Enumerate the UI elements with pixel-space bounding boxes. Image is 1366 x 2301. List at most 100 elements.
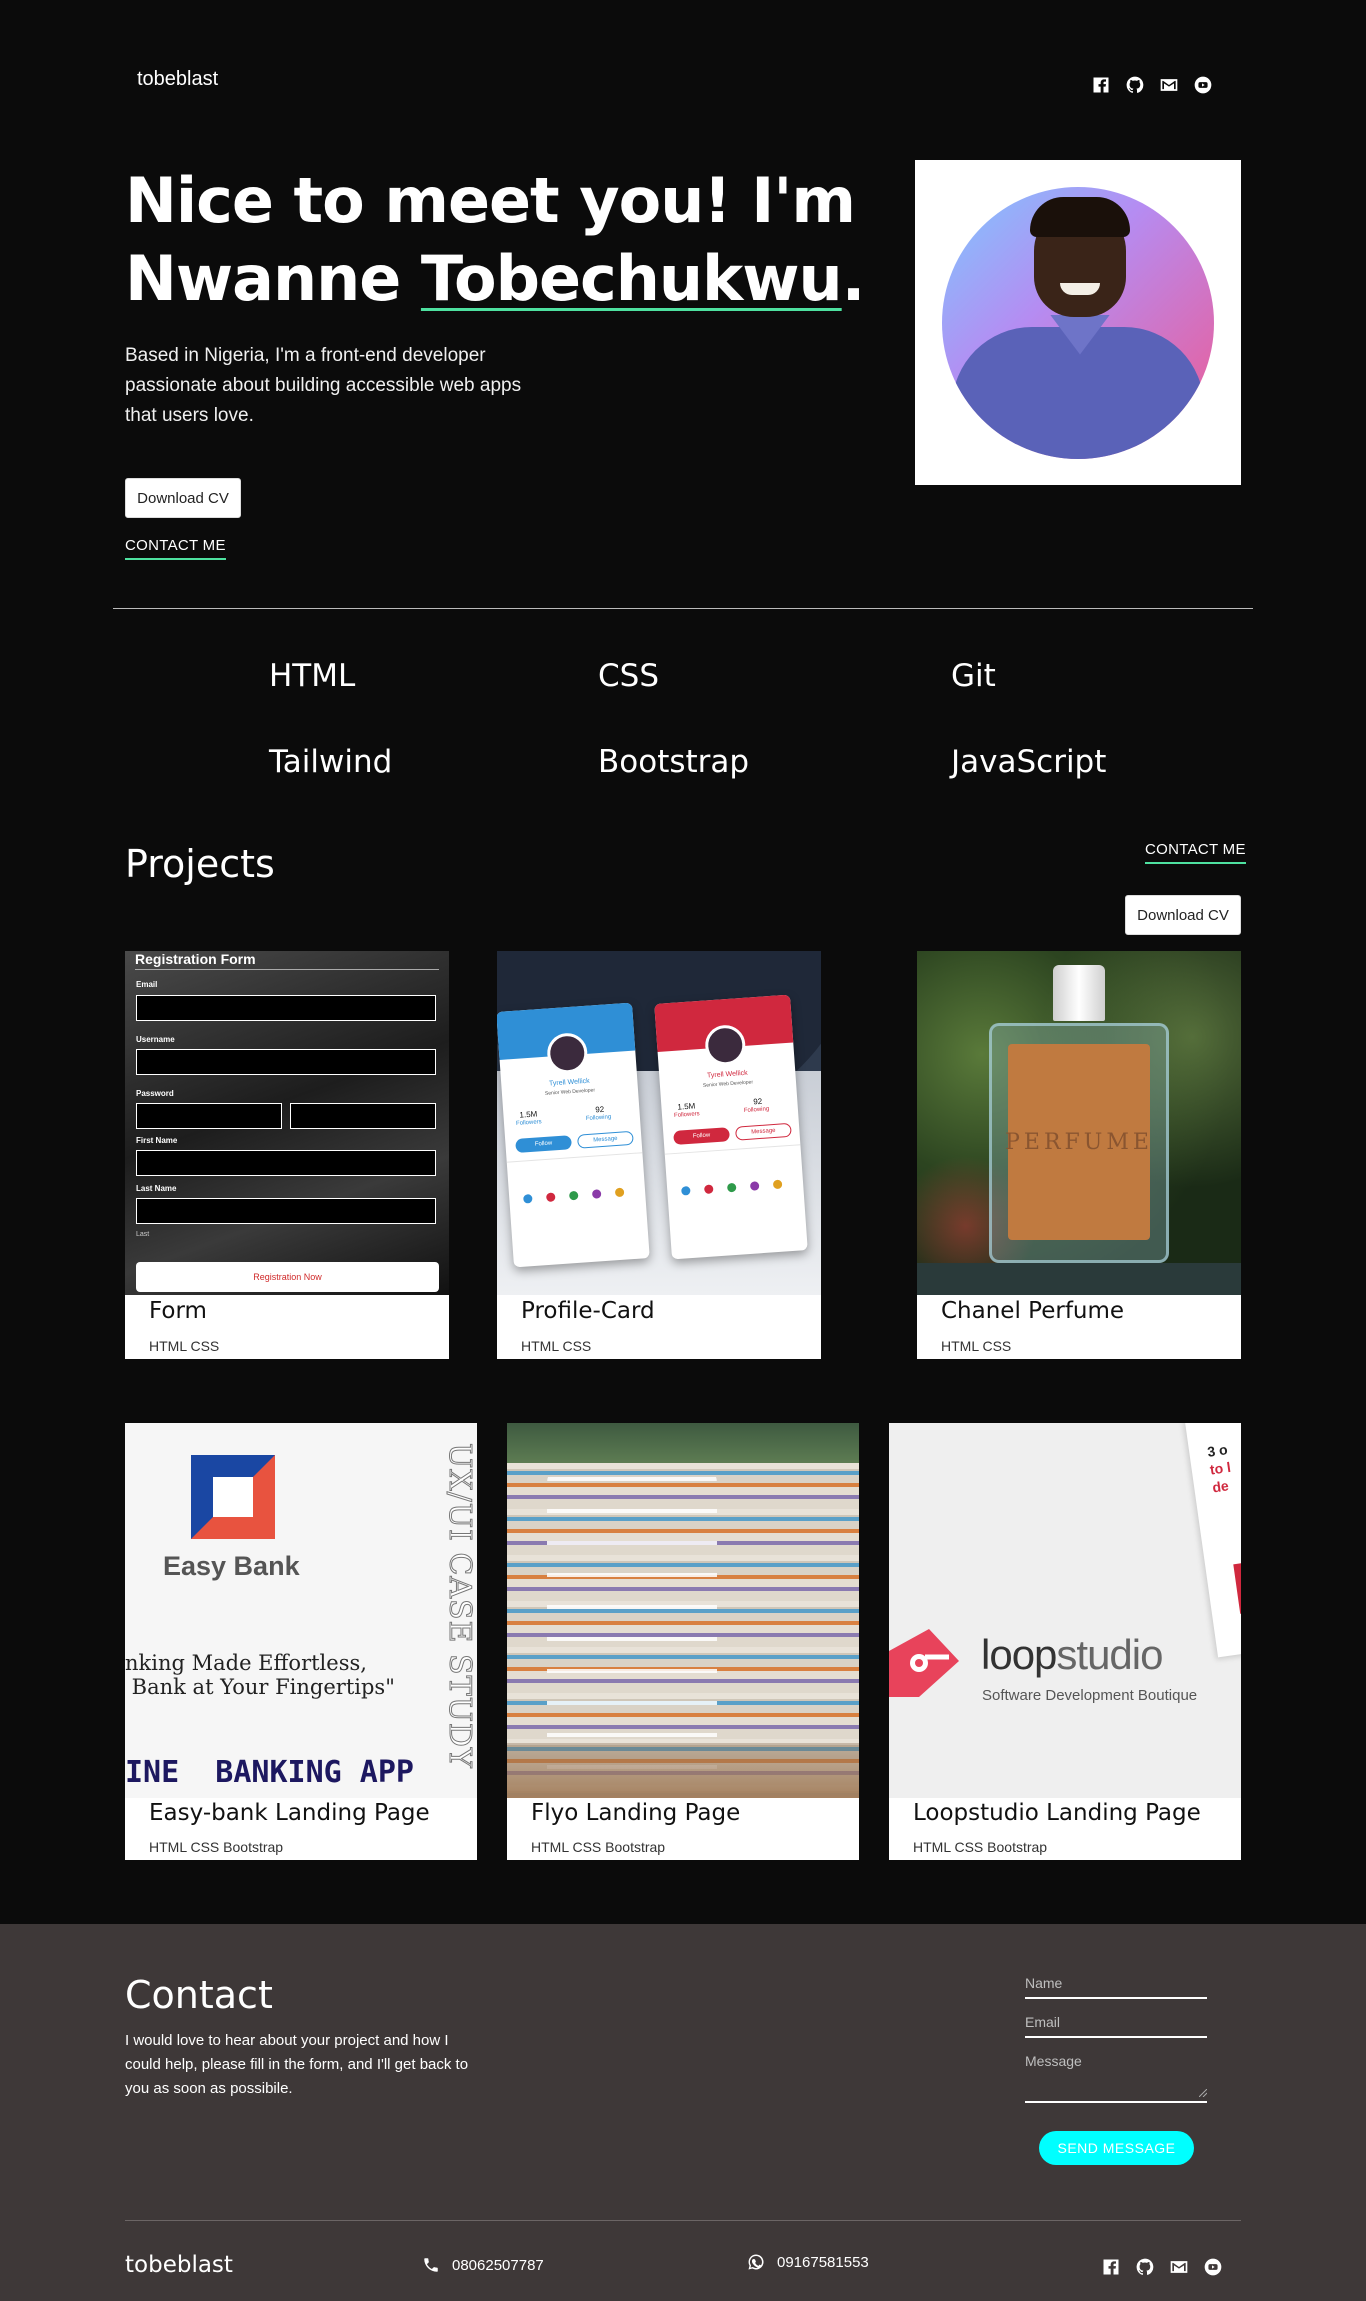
hero-description: Based in Nigeria, I'm a front-end develo… xyxy=(125,345,522,426)
thumb-perfume-table xyxy=(917,1263,1241,1295)
thumb-profile-left-followers-count: 1.5M xyxy=(519,1109,538,1120)
thumb-dot xyxy=(568,1190,579,1201)
thumb-easybank-app: INE BANKING APP xyxy=(125,1755,414,1790)
thumb-form-title: Registration Form xyxy=(135,951,256,967)
thumb-loop-brand-a: loop xyxy=(981,1631,1057,1678)
photo-hair xyxy=(1030,196,1130,237)
project-card-flyo[interactable]: Flyo Landing Page HTML CSS Bootstrap xyxy=(507,1423,859,1860)
thumb-profile-right-followers: Followers xyxy=(673,1111,700,1119)
brand-logo[interactable]: tobeblast xyxy=(137,68,218,91)
thumb-perfume-bottle: PERFUME xyxy=(989,1023,1169,1263)
projects-contact-me-link[interactable]: CONTACT ME xyxy=(1145,841,1246,864)
thumb-form-lastname-label: Last Name xyxy=(136,1184,177,1193)
project-tags-loopstudio: HTML CSS Bootstrap xyxy=(913,1839,1048,1855)
project-title-flyo: Flyo Landing Page xyxy=(531,1800,741,1826)
loopstudio-thumbnail: 3 o to l de loopstudio Software Developm… xyxy=(889,1423,1241,1798)
profile-photo xyxy=(942,186,1214,459)
form-thumbnail: Registration Form Email Username Passwor… xyxy=(125,951,449,1295)
email-field[interactable]: Email xyxy=(1025,2014,1207,2038)
hero-download-cv-button[interactable]: Download CV xyxy=(125,478,241,518)
projects-title: Projects xyxy=(125,842,275,886)
project-card-loopstudio[interactable]: 3 o to l de loopstudio Software Developm… xyxy=(889,1423,1241,1860)
profile-photo-frame xyxy=(915,160,1241,485)
message-field[interactable]: Message xyxy=(1025,2053,1207,2103)
thumb-profile-right-following: Following xyxy=(743,1106,770,1115)
thumb-form-last-label: Last xyxy=(136,1231,150,1238)
thumb-form-lastname-box xyxy=(136,1198,436,1224)
thumb-dot xyxy=(726,1182,737,1193)
whatsapp-icon xyxy=(748,2254,764,2270)
hero-title-period: . xyxy=(841,242,866,315)
thumb-profile-card-right: Tyrell Wellick Senior Web Developer 1.5M… xyxy=(654,994,808,1260)
photo-smile xyxy=(1060,282,1100,295)
project-card-profile[interactable]: Tyrell Wellick Senior Web Developer 1.5M… xyxy=(497,951,821,1359)
project-card-perfume[interactable]: PERFUME Chanel Perfume HTML CSS xyxy=(917,951,1241,1359)
skill-html: HTML xyxy=(269,658,356,694)
github-icon[interactable] xyxy=(1124,74,1146,96)
phone-icon xyxy=(424,2258,438,2272)
thumb-easybank-quote1: nking Made Effortless, xyxy=(125,1651,367,1675)
thumb-dot xyxy=(614,1187,625,1198)
thumb-loop-logo xyxy=(889,1621,979,1705)
github-icon[interactable] xyxy=(1134,2256,1156,2278)
project-title-profile: Profile-Card xyxy=(521,1298,655,1324)
send-message-button[interactable]: SEND MESSAGE xyxy=(1039,2131,1194,2165)
footer-divider xyxy=(125,2220,1241,2221)
name-field[interactable]: Name xyxy=(1025,1975,1207,1999)
thumb-loop-brand-b: studio xyxy=(1056,1631,1163,1678)
thumb-profile-right-followers-count: 1.5M xyxy=(677,1101,696,1112)
thumb-loop-corner-accent xyxy=(1233,1560,1241,1614)
footer-whatsapp-number: 09167581553 xyxy=(777,2253,869,2271)
thumb-loop-tagline: Software Development Boutique xyxy=(982,1687,1198,1704)
thumb-form-firstname-box xyxy=(136,1150,436,1176)
thumb-dot xyxy=(749,1181,760,1191)
thumb-dot xyxy=(545,1192,556,1203)
projects-download-cv-button[interactable]: Download CV xyxy=(1125,895,1241,935)
project-tags-flyo: HTML CSS Bootstrap xyxy=(531,1839,666,1855)
hero-title: Nice to meet you! I'm Nwanne Tobechukwu. xyxy=(125,162,866,318)
thumb-perfume-liquid: PERFUME xyxy=(1005,1044,1153,1240)
project-title-perfume: Chanel Perfume xyxy=(941,1298,1125,1324)
thumb-profile-right-follow: Follow xyxy=(673,1127,730,1146)
skill-css: CSS xyxy=(598,658,660,694)
mail-icon[interactable] xyxy=(1158,74,1180,96)
mail-icon[interactable] xyxy=(1168,2256,1190,2278)
footer-whatsapp[interactable]: 09167581553 xyxy=(747,2253,869,2271)
hero-divider xyxy=(113,608,1253,609)
thumb-dot xyxy=(772,1179,783,1190)
project-card-form[interactable]: Registration Form Email Username Passwor… xyxy=(125,951,449,1359)
portfolio-page: tobeblast Nice to meet you! I'm Nwanne T… xyxy=(0,0,1366,2301)
footer-brand[interactable]: tobeblast xyxy=(125,2252,233,2278)
resize-handle-icon[interactable] xyxy=(1199,2089,1207,2097)
facebook-icon[interactable] xyxy=(1090,74,1112,96)
flyo-thumbnail xyxy=(507,1423,859,1798)
thumb-dot xyxy=(591,1189,602,1199)
project-title-easybank: Easy-bank Landing Page xyxy=(149,1800,430,1826)
thumb-easybank-brand: Easy Bank xyxy=(163,1551,300,1581)
thumb-profile-right-following-count: 92 xyxy=(752,1096,763,1107)
project-card-easybank[interactable]: Easy Bank nking Made Effortless, Bank at… xyxy=(125,1423,477,1860)
youtube-icon[interactable] xyxy=(1192,74,1214,96)
skill-bootstrap: Bootstrap xyxy=(598,744,750,780)
thumb-form-email-box xyxy=(136,995,436,1021)
thumb-form-firstname-label: First Name xyxy=(136,1136,178,1145)
footer-phone[interactable]: 08062507787 xyxy=(422,2256,544,2274)
thumb-flyo-table xyxy=(507,1743,859,1798)
thumb-perfume-cap xyxy=(1053,965,1105,1021)
thumb-profile-left-following-count: 92 xyxy=(594,1104,605,1115)
contact-description: I would love to hear about your project … xyxy=(125,2032,469,2097)
thumb-form-password-label: Password xyxy=(136,1089,174,1098)
youtube-icon[interactable] xyxy=(1202,2256,1224,2278)
thumb-profile-left-rule xyxy=(506,1152,643,1163)
thumb-easybank-logo-hole xyxy=(213,1477,253,1517)
hero-contact-me-link[interactable]: CONTACT ME xyxy=(125,537,226,560)
project-tags-easybank: HTML CSS Bootstrap xyxy=(149,1839,284,1855)
thumb-profile-card-left: Tyrell Wellick Senior Web Developer 1.5M… xyxy=(497,1002,650,1268)
thumb-form-confirm-box xyxy=(290,1103,436,1129)
thumb-profile-left-follow: Follow xyxy=(515,1135,572,1154)
thumb-easybank-vertical: UX/UI CASE STUDY xyxy=(442,1443,478,1770)
thumb-profile-right-dots xyxy=(681,1179,783,1196)
facebook-icon[interactable] xyxy=(1100,2256,1122,2278)
thumb-perfume-label: PERFUME xyxy=(1005,1129,1153,1155)
thumb-loop-brand: loopstudio xyxy=(981,1631,1163,1679)
